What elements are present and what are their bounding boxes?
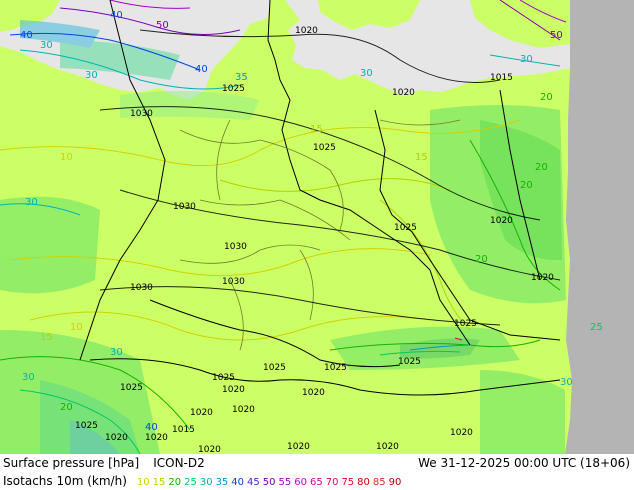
pressure-label: 1020 xyxy=(392,88,415,98)
pressure-label: 1030 xyxy=(173,202,196,212)
pressure-label: 1020 xyxy=(145,433,168,443)
footer-row-legend: Isotachs 10m (km/h) 10 15 20 25 30 35 40 45 50 55 6… xyxy=(3,474,404,488)
pressure-label: 1025 xyxy=(454,319,477,329)
pressure-label: 1020 xyxy=(190,408,213,418)
pressure-label: 1025 xyxy=(394,223,417,233)
isotach-label: 40 xyxy=(20,30,33,41)
scale-value: 35 xyxy=(215,477,229,488)
map-canvas: 10201025 10201015103010251030102010251030… xyxy=(0,0,634,454)
pressure-label: 1020 xyxy=(376,442,399,452)
scale-value: 25 xyxy=(184,477,197,488)
legend-label: Isotachs 10m (km/h) xyxy=(3,474,127,488)
scale-value: 65 xyxy=(309,477,323,488)
pressure-label: 1020 xyxy=(302,388,325,398)
pressure-label: 1030 xyxy=(224,242,247,252)
isotach-label: 40 xyxy=(145,422,158,433)
isotach-label: 30 xyxy=(560,377,573,388)
weather-map: 1020 1025 1020 1015 1030 1025 1030 1020 1025 1030… xyxy=(0,0,634,454)
pressure-label: 1020 xyxy=(295,26,318,36)
valid-time: We 31-12-2025 00:00 UTC (18+06) xyxy=(418,456,630,470)
outside-domain-area xyxy=(565,0,634,454)
pressure-label: 1015 xyxy=(172,425,195,435)
pressure-label: 1030 xyxy=(130,109,153,119)
pressure-label: 1025 xyxy=(324,363,347,373)
pressure-label: 1025 xyxy=(75,421,98,431)
pressure-label: 1030 xyxy=(130,283,153,293)
isotach-label: 20 xyxy=(475,254,488,265)
pressure-label: 1020 xyxy=(105,433,128,443)
isotach-label: 50 xyxy=(156,20,169,31)
isotach-label: 30 xyxy=(40,40,53,51)
pressure-label: 1025 xyxy=(263,363,286,373)
footer-row-title: Surface pressure [hPa] ICON-D2 xyxy=(3,456,205,470)
isotach-label: 20 xyxy=(520,180,533,191)
isotach-label: 10 xyxy=(70,322,83,333)
isotach-label: 20 xyxy=(60,402,73,413)
isotach-label: 10 xyxy=(60,152,73,163)
color-scale: 10 15 20 25 30 35 40 45 50 55 60 65 70 75 80 85 90 xyxy=(137,477,404,488)
isotach-label: 25 xyxy=(590,322,603,333)
map-footer: Surface pressure [hPa] ICON-D2 We 31-12-2… xyxy=(0,454,634,490)
pressure-label: 1020 xyxy=(531,273,554,283)
model-name: ICON-D2 xyxy=(153,456,205,470)
pressure-label: 1025 xyxy=(120,383,143,393)
pressure-label: 1020 xyxy=(198,445,221,454)
pressure-label: 1020 xyxy=(450,428,473,438)
isotach-label: 15 xyxy=(40,332,53,343)
pressure-label: 1020 xyxy=(287,442,310,452)
isotach-label: 30 xyxy=(110,347,123,358)
isotach-label: 30 xyxy=(360,68,373,79)
scale-value: 80 xyxy=(357,477,370,488)
isotach-label: 15 xyxy=(310,124,323,135)
scale-value: 40 xyxy=(231,477,245,488)
isotach-label: 30 xyxy=(85,70,98,81)
pressure-label: 1025 xyxy=(313,143,336,153)
pressure-label: 1015 xyxy=(490,73,513,83)
isotach-label: 30 xyxy=(22,372,35,383)
scale-value: 50 xyxy=(262,477,276,488)
scale-value: 45 xyxy=(247,477,260,488)
isotach-label: 30 xyxy=(25,197,38,208)
pressure-label: 1025 xyxy=(212,373,235,383)
pressure-label: 1025 xyxy=(398,357,421,367)
isotach-label: 40 xyxy=(110,10,123,21)
isotach-label: 15 xyxy=(415,152,428,163)
pressure-label: 1020 xyxy=(490,216,513,226)
pressure-label: 1030 xyxy=(222,277,245,287)
pressure-label: 1025 xyxy=(222,84,245,94)
pressure-label: 1020 xyxy=(222,385,245,395)
isotach-label: 20 xyxy=(535,162,548,173)
scale-value: 75 xyxy=(341,477,355,488)
scale-value: 20 xyxy=(168,477,182,488)
scale-value: 70 xyxy=(325,477,339,488)
isotach-label: 35 xyxy=(235,72,248,83)
scale-value: 10 xyxy=(136,477,150,488)
pressure-label: 1020 xyxy=(232,405,255,415)
scale-value: 55 xyxy=(278,477,292,488)
isotach-label: 20 xyxy=(540,92,553,103)
product-title: Surface pressure [hPa] xyxy=(3,456,140,470)
scale-value: 85 xyxy=(372,477,386,488)
isotach-label: 50 xyxy=(550,30,563,41)
scale-value: 15 xyxy=(152,477,166,488)
isotach-label: 40 xyxy=(195,64,208,75)
isotach-label: 30 xyxy=(520,54,533,65)
scale-value: 30 xyxy=(199,477,213,488)
scale-value: 60 xyxy=(294,477,307,488)
scale-value: 90 xyxy=(388,477,402,488)
